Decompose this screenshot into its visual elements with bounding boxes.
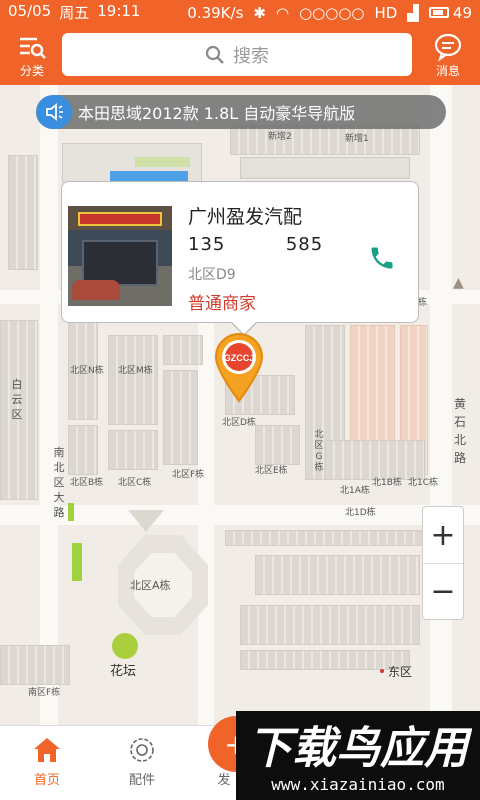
top-bar: 分类 搜索 消息 <box>0 25 480 85</box>
map-building <box>163 335 203 365</box>
map-label: 北区B栋 <box>70 478 104 488</box>
message-label: 消息 <box>435 63 460 78</box>
flower-bed-circle <box>112 633 138 659</box>
status-bar: 05/05 周五 19:11 0.39K/s ✱ ◠ ○○○○○ HD ▟ 49 <box>0 0 480 25</box>
map-label: 北1B栋 <box>372 478 402 488</box>
map-building <box>163 370 198 465</box>
gear-icon <box>130 738 154 762</box>
speaker-icon <box>36 95 72 129</box>
signal-type: HD <box>374 3 398 22</box>
tab-parts[interactable]: 配件 <box>110 736 174 788</box>
zoom-controls: + − <box>422 506 464 620</box>
watermark-logo: 下载鸟应用 <box>248 723 472 774</box>
map-label: 北区E栋 <box>255 466 288 476</box>
map-green-strip <box>135 157 190 167</box>
watermark-logo-text: 下载鸟应用 <box>248 723 472 774</box>
map-building <box>230 125 420 155</box>
map-road <box>198 305 214 725</box>
map-label: 新增1 <box>345 134 369 144</box>
map-building <box>255 555 420 595</box>
north-arrow-icon: ▲ <box>453 275 464 291</box>
tab-home[interactable]: 首页 <box>15 736 79 788</box>
shop-phone: 135 585 <box>188 234 324 255</box>
map-building <box>325 440 425 480</box>
map-building <box>0 645 70 685</box>
signal-icon: ○○○○○ <box>299 3 365 22</box>
map-label: 北区D栋 <box>222 418 256 428</box>
category-list-icon <box>20 37 46 59</box>
map-building <box>8 155 38 270</box>
map-building <box>108 430 158 470</box>
map-label: 花坛 <box>110 664 137 679</box>
map-label: 栋 <box>418 298 428 308</box>
map-building <box>240 650 410 670</box>
tab-publish-label: 发 <box>217 773 231 788</box>
shop-location-pin[interactable]: GZCCJ <box>213 333 265 403</box>
map-block <box>240 157 410 179</box>
map-label: 新增2 <box>268 132 292 142</box>
map-road-label: 白云区 <box>11 378 23 421</box>
map-building <box>108 335 158 425</box>
announcement-text: 本田思域2012款 1.8L 自动豪华导航版 <box>78 104 356 123</box>
zoom-in-button[interactable]: + <box>423 507 463 563</box>
map-building <box>255 425 300 465</box>
status-date: 05/05 <box>8 2 52 20</box>
signal-bars-icon: ▟ <box>407 3 419 22</box>
map-building <box>240 605 420 645</box>
map-label: 北1D栋 <box>345 508 376 518</box>
message-button[interactable]: 消息 <box>418 27 478 83</box>
map-road-label: 黄石北路 <box>453 397 466 465</box>
wifi-icon: ◠ <box>275 3 290 22</box>
shop-photo <box>68 206 172 306</box>
map-label: 北区N栋 <box>70 366 104 376</box>
map-label: 北1C栋 <box>408 478 439 488</box>
map-green-marker <box>72 543 82 581</box>
zoom-out-button[interactable]: − <box>423 563 463 619</box>
map-building <box>225 530 425 546</box>
map-label: 北区G栋 <box>314 430 324 473</box>
map-road <box>40 85 58 725</box>
watermark-url: www.xiazainiao.com <box>271 775 445 794</box>
search-placeholder: 搜索 <box>233 45 269 67</box>
status-weekday: 周五 <box>59 4 90 22</box>
map-label: 南区F栋 <box>28 688 61 698</box>
map-label: 北1A栋 <box>340 486 370 496</box>
map-road-label: 南北区大路 <box>53 446 65 519</box>
phone-call-icon[interactable] <box>368 244 396 272</box>
network-speed: 0.39K/s <box>187 3 244 22</box>
home-icon <box>34 738 60 762</box>
tab-home-label: 首页 <box>33 773 60 788</box>
map-label: 北区F栋 <box>172 470 205 480</box>
announcement-bar[interactable]: 本田思域2012款 1.8L 自动豪华导航版 <box>36 95 446 129</box>
map-road <box>430 85 452 725</box>
battery: 49 <box>428 3 472 22</box>
shop-info-card[interactable]: 广州盈发汽配 135 585 北区D9 普通商家 <box>61 181 419 336</box>
map-label: 北区A栋 <box>130 579 171 592</box>
watermark: 下载鸟应用 www.xiazainiao.com <box>236 711 480 800</box>
tab-parts-label: 配件 <box>128 773 155 788</box>
category-label: 分类 <box>19 63 44 78</box>
map-label: 北区M栋 <box>118 366 153 376</box>
shop-name: 广州盈发汽配 <box>188 206 303 228</box>
map-label: 东区 <box>388 665 413 679</box>
east-zone-dot <box>380 669 384 673</box>
battery-icon <box>428 7 449 18</box>
status-time: 19:11 <box>97 2 141 20</box>
battery-level: 49 <box>452 3 472 22</box>
search-icon <box>205 45 224 64</box>
pin-logo-text: GZCCJ <box>224 353 255 363</box>
map-green-marker <box>68 503 74 521</box>
map-building <box>68 425 98 475</box>
map-label: 北区C栋 <box>118 478 152 488</box>
message-bubble-icon <box>434 33 462 62</box>
category-button[interactable]: 分类 <box>2 27 62 83</box>
search-box[interactable]: 搜索 <box>62 33 412 76</box>
shop-type: 普通商家 <box>188 294 256 314</box>
bluetooth-icon: ✱ <box>253 3 266 22</box>
shop-zone: 北区D9 <box>188 267 236 283</box>
